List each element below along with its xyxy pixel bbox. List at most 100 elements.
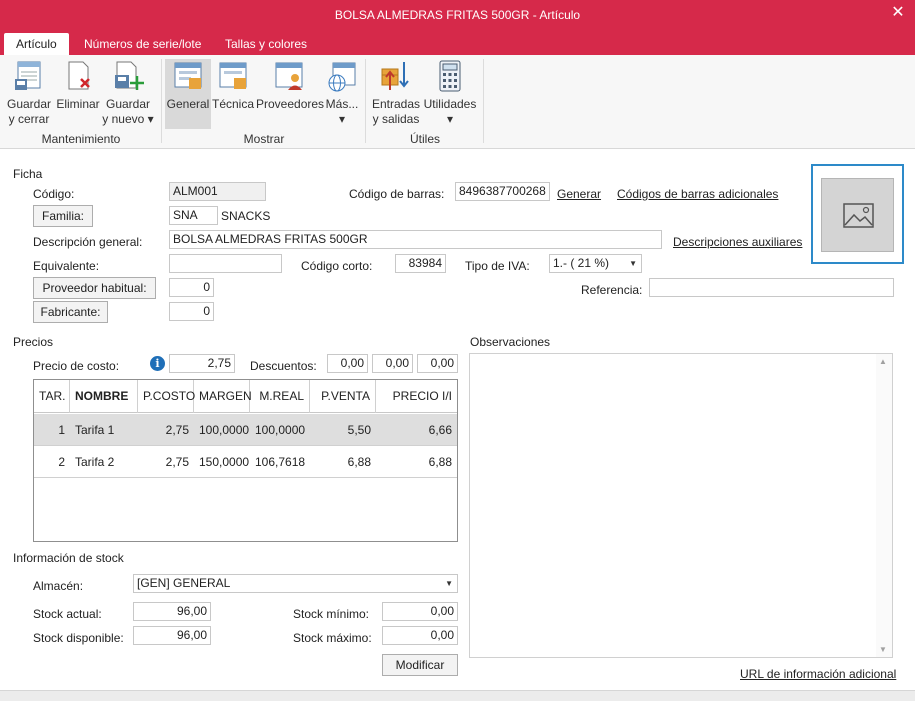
stock-disponible-field[interactable]: 96,00: [133, 626, 211, 645]
stock-maximo-label: Stock máximo:: [293, 631, 372, 645]
cell-tar: 2: [58, 455, 65, 469]
fabricante-field[interactable]: 0: [169, 302, 214, 321]
col-pventa[interactable]: P.VENTA: [310, 380, 376, 413]
general-view-button[interactable]: General: [165, 59, 211, 129]
observaciones-textarea[interactable]: ▲ ▼: [469, 353, 893, 658]
title-bar: BOLSA ALMEDRAS FRITAS 500GR - Artículo ✕: [0, 0, 915, 31]
stock-maximo-field[interactable]: 0,00: [382, 626, 458, 645]
almacen-label: Almacén:: [33, 579, 84, 593]
tipo-iva-select[interactable]: 1.- ( 21 %) ▼: [549, 254, 642, 273]
observaciones-scrollbar[interactable]: ▲ ▼: [876, 354, 892, 657]
equivalente-label: Equivalente:: [33, 259, 100, 273]
observaciones-section-title: Observaciones: [470, 335, 551, 349]
table-row[interactable]: 1 Tarifa 1 2,75 100,0000 100,0000 5,50 6…: [34, 414, 457, 446]
generar-link[interactable]: Generar: [557, 187, 601, 201]
cell-nombre: Tarifa 2: [75, 455, 115, 469]
proveedor-habitual-field[interactable]: 0: [169, 278, 214, 297]
familia-code-field[interactable]: SNA: [169, 206, 218, 225]
almacen-value: [GEN] GENERAL: [137, 576, 231, 590]
descripcion-field[interactable]: BOLSA ALMEDRAS FRITAS 500GR: [169, 230, 662, 249]
referencia-field[interactable]: [649, 278, 894, 297]
col-pcosto[interactable]: P.COSTO: [138, 380, 195, 413]
descuento-3-field[interactable]: 0,00: [417, 354, 458, 373]
stock-minimo-field[interactable]: 0,00: [382, 602, 458, 621]
tab-numeros-serie-lote[interactable]: Números de serie/lote: [72, 33, 213, 55]
tecnica-view-label: Técnica: [212, 97, 255, 111]
ribbon-separator: [161, 59, 162, 143]
proveedores-view-icon: [275, 62, 303, 90]
grid-header: TAR. NOMBRE P.COSTO MARGEN M.REAL P.VENT…: [34, 380, 457, 413]
descuento-2-field[interactable]: 0,00: [372, 354, 413, 373]
entradas-salidas-button[interactable]: Entradas y salidas: [370, 59, 422, 127]
mas-label: Más...: [325, 97, 359, 111]
col-margen[interactable]: MARGEN: [194, 380, 252, 413]
precio-costo-field[interactable]: 2,75: [169, 354, 235, 373]
save-close-icon: [15, 61, 41, 90]
delete-label: Eliminar: [56, 97, 100, 111]
entradas-salidas-label-1: Entradas: [371, 97, 421, 111]
tab-tallas-colores[interactable]: Tallas y colores: [213, 33, 319, 55]
group-utiles-label: Útiles: [409, 132, 440, 146]
col-precio-ii[interactable]: PRECIO I/I: [376, 380, 457, 413]
cell-margen: 150,0000: [199, 455, 250, 469]
general-view-label: General: [166, 97, 210, 111]
referencia-label: Referencia:: [581, 283, 643, 297]
almacen-select[interactable]: [GEN] GENERAL ▼: [133, 574, 458, 593]
delete-button[interactable]: Eliminar: [56, 59, 100, 112]
table-row[interactable]: 2 Tarifa 2 2,75 150,0000 106,7618 6,88 6…: [34, 446, 457, 478]
cell-precio-ii: 6,66: [428, 423, 452, 437]
codigo-field[interactable]: ALM001: [169, 182, 266, 201]
tecnica-view-button[interactable]: Técnica: [212, 59, 254, 112]
url-informacion-adicional-link[interactable]: URL de información adicional: [740, 667, 896, 681]
general-view-icon: [174, 62, 202, 89]
tarifas-grid: TAR. NOMBRE P.COSTO MARGEN M.REAL P.VENT…: [33, 379, 458, 542]
calculator-icon: [439, 60, 461, 92]
precios-section-title: Precios: [13, 335, 54, 349]
tipo-iva-label: Tipo de IVA:: [465, 259, 530, 273]
col-nombre[interactable]: NOMBRE: [70, 380, 138, 413]
codigo-barras-field[interactable]: 8496387700268: [455, 182, 550, 201]
mas-dropdown-button[interactable]: Más... ▾: [324, 59, 360, 127]
image-icon: [843, 203, 874, 228]
entradas-salidas-label-2: y salidas: [372, 112, 420, 126]
save-new-button[interactable]: Guardar y nuevo ▾: [102, 59, 154, 127]
scroll-down-icon[interactable]: ▼: [879, 645, 887, 654]
tecnica-view-icon: [219, 62, 247, 89]
stock-actual-field[interactable]: 96,00: [133, 602, 211, 621]
save-new-label-1: Guardar: [105, 97, 151, 111]
proveedores-view-label: Proveedores: [256, 97, 325, 111]
descripciones-auxiliares-link[interactable]: Descripciones auxiliares: [673, 235, 802, 249]
save-close-label-2: y cerrar: [8, 112, 50, 126]
descripcion-label: Descripción general:: [33, 235, 143, 249]
col-mreal[interactable]: M.REAL: [250, 380, 310, 413]
proveedor-habitual-button[interactable]: Proveedor habitual:: [33, 277, 156, 299]
chevron-down-icon: ▼: [445, 579, 453, 588]
familia-button[interactable]: Familia:: [33, 205, 93, 227]
modificar-button[interactable]: Modificar: [382, 654, 458, 676]
tab-articulo[interactable]: Artículo: [4, 33, 69, 55]
fabricante-button[interactable]: Fabricante:: [33, 301, 108, 323]
group-mantenimiento-label: Mantenimiento: [41, 132, 121, 146]
save-close-label-1: Guardar: [6, 97, 52, 111]
proveedores-view-button[interactable]: Proveedores: [256, 59, 325, 112]
descuento-1-field[interactable]: 0,00: [327, 354, 368, 373]
ficha-section-title: Ficha: [13, 167, 43, 181]
close-icon[interactable]: ✕: [889, 4, 907, 22]
cell-mreal: 100,0000: [255, 423, 306, 437]
stock-disponible-label: Stock disponible:: [33, 631, 124, 645]
codigos-barras-adicionales-link[interactable]: Códigos de barras adicionales: [617, 187, 778, 201]
col-tar[interactable]: TAR.: [34, 380, 70, 413]
save-close-button[interactable]: Guardar y cerrar: [6, 59, 52, 127]
scroll-up-icon[interactable]: ▲: [879, 357, 887, 366]
codigo-corto-field[interactable]: 83984: [395, 254, 446, 273]
equivalente-field[interactable]: [169, 254, 282, 273]
utilidades-dropdown-button[interactable]: Utilidades ▾: [423, 59, 477, 127]
status-strip: [0, 690, 915, 701]
cell-mreal: 106,7618: [255, 455, 306, 469]
tipo-iva-value: 1.- ( 21 %): [553, 256, 610, 270]
article-image-frame[interactable]: [811, 164, 904, 264]
cell-margen: 100,0000: [199, 423, 250, 437]
tab-bar: Artículo Números de serie/lote Tallas y …: [0, 31, 915, 55]
info-icon[interactable]: i: [150, 356, 165, 371]
utilidades-chevron-down-icon: ▾: [446, 112, 454, 126]
